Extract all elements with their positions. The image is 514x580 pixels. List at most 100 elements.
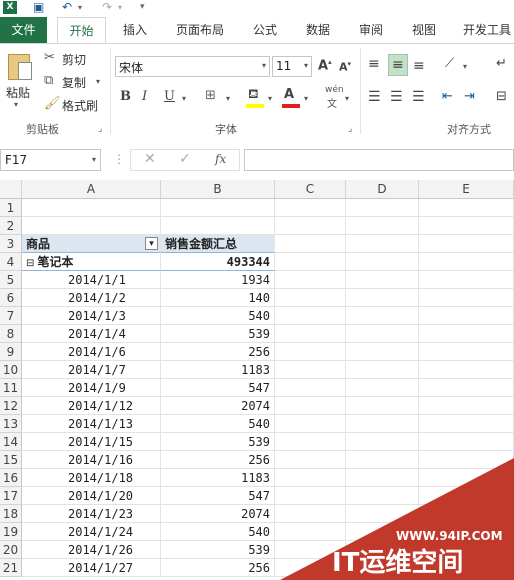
row-header[interactable]: 20 xyxy=(0,541,22,559)
pivot-item-amount[interactable]: 540 xyxy=(161,523,275,541)
cell[interactable] xyxy=(346,199,419,217)
bold-button[interactable]: B xyxy=(120,89,131,104)
pivot-item-date[interactable]: 2014/1/4 xyxy=(22,325,161,343)
cell[interactable] xyxy=(275,397,346,415)
border-dropdown-icon[interactable]: ▾ xyxy=(226,94,230,103)
increase-indent-icon[interactable]: ⇥ xyxy=(464,89,475,104)
row-header[interactable]: 16 xyxy=(0,469,22,487)
cell[interactable] xyxy=(346,325,419,343)
underline-dropdown-icon[interactable]: ▾ xyxy=(182,94,186,103)
cell[interactable] xyxy=(275,343,346,361)
pivot-item-amount[interactable]: 140 xyxy=(161,289,275,307)
redo-icon[interactable]: ↷ xyxy=(102,0,112,15)
row-header[interactable]: 6 xyxy=(0,289,22,307)
pivot-item-amount[interactable]: 539 xyxy=(161,325,275,343)
copy-dropdown-icon[interactable]: ▾ xyxy=(96,77,100,86)
row-header[interactable]: 1 xyxy=(0,199,22,217)
row-header[interactable]: 12 xyxy=(0,397,22,415)
select-all-corner[interactable] xyxy=(0,180,22,199)
fill-color-icon[interactable]: ⛾ xyxy=(248,87,259,104)
pivot-group-row[interactable]: ⊟ 笔记本 xyxy=(22,253,161,271)
cell[interactable] xyxy=(346,217,419,235)
cut-button[interactable]: 剪切 xyxy=(62,51,86,68)
row-header[interactable]: 19 xyxy=(0,523,22,541)
pivot-item-date[interactable]: 2014/1/26 xyxy=(22,541,161,559)
cell[interactable] xyxy=(346,235,419,253)
redo-dropdown-icon[interactable]: ▾ xyxy=(118,0,122,15)
cell[interactable] xyxy=(275,235,346,253)
cell[interactable] xyxy=(419,307,514,325)
cell[interactable] xyxy=(346,289,419,307)
pivot-item-date[interactable]: 2014/1/20 xyxy=(22,487,161,505)
underline-button[interactable]: U xyxy=(164,89,175,104)
tab-formulas[interactable]: 公式 xyxy=(244,17,286,43)
cell[interactable] xyxy=(275,307,346,325)
customize-toolbar-icon[interactable]: ▾ xyxy=(140,0,145,15)
cell[interactable] xyxy=(275,271,346,289)
row-header[interactable]: 11 xyxy=(0,379,22,397)
cancel-icon[interactable]: ✕ xyxy=(144,151,156,167)
font-color-icon[interactable]: A xyxy=(284,87,294,102)
increase-font-icon[interactable]: A▴ xyxy=(318,58,332,73)
decrease-indent-icon[interactable]: ⇤ xyxy=(442,89,453,104)
pivot-item-amount[interactable]: 1183 xyxy=(161,361,275,379)
cell[interactable] xyxy=(22,199,161,217)
cell[interactable] xyxy=(346,307,419,325)
undo-dropdown-icon[interactable]: ▾ xyxy=(78,0,82,15)
paste-label[interactable]: 粘贴 xyxy=(6,84,30,101)
pivot-item-date[interactable]: 2014/1/18 xyxy=(22,469,161,487)
pivot-item-date[interactable]: 2014/1/27 xyxy=(22,559,161,577)
pivot-header-sales-total[interactable]: 销售金额汇总 xyxy=(161,235,275,253)
pivot-item-date[interactable]: 2014/1/23 xyxy=(22,505,161,523)
save-icon[interactable]: ▣ xyxy=(33,0,44,15)
font-color-dropdown-icon[interactable]: ▾ xyxy=(304,94,308,103)
cell[interactable] xyxy=(161,199,275,217)
paste-button[interactable] xyxy=(6,52,34,82)
pivot-item-date[interactable]: 2014/1/2 xyxy=(22,289,161,307)
cell[interactable] xyxy=(275,415,346,433)
pivot-header-product[interactable]: 商品 ▾ xyxy=(22,235,161,253)
paste-dropdown-icon[interactable]: ▾ xyxy=(14,100,18,109)
row-header[interactable]: 14 xyxy=(0,433,22,451)
cell[interactable] xyxy=(275,433,346,451)
pivot-item-date[interactable]: 2014/1/12 xyxy=(22,397,161,415)
pivot-item-amount[interactable]: 540 xyxy=(161,415,275,433)
collapse-toggle-icon[interactable]: ⊟ xyxy=(26,258,34,269)
tab-developer[interactable]: 开发工具 xyxy=(456,17,514,43)
tab-insert[interactable]: 插入 xyxy=(114,17,156,43)
cell[interactable] xyxy=(275,325,346,343)
orientation-dropdown-icon[interactable]: ▾ xyxy=(463,62,467,71)
align-left-icon[interactable]: ☰ xyxy=(368,89,381,105)
tab-page-layout[interactable]: 页面布局 xyxy=(166,17,234,43)
align-middle-button[interactable]: ≡ xyxy=(388,54,408,76)
pivot-item-date[interactable]: 2014/1/9 xyxy=(22,379,161,397)
font-size-select[interactable]: 11 ▾ xyxy=(272,56,312,77)
pivot-item-amount[interactable]: 539 xyxy=(161,433,275,451)
cell[interactable] xyxy=(346,379,419,397)
cell[interactable] xyxy=(419,415,514,433)
copy-icon[interactable]: ⧉ xyxy=(44,73,53,88)
tab-data[interactable]: 数据 xyxy=(297,17,339,43)
pivot-item-date[interactable]: 2014/1/6 xyxy=(22,343,161,361)
decrease-font-icon[interactable]: A▾ xyxy=(339,60,351,74)
border-icon[interactable]: ⊞ xyxy=(205,88,216,103)
cell[interactable] xyxy=(346,343,419,361)
name-box[interactable]: F17 ▾ xyxy=(0,149,101,171)
cell[interactable] xyxy=(346,415,419,433)
pivot-item-amount[interactable]: 1934 xyxy=(161,271,275,289)
cell[interactable] xyxy=(161,217,275,235)
row-header[interactable]: 7 xyxy=(0,307,22,325)
row-header[interactable]: 3 xyxy=(0,235,22,253)
column-header-c[interactable]: C xyxy=(275,180,346,199)
filter-dropdown-icon[interactable]: ▾ xyxy=(145,237,158,250)
fill-color-dropdown-icon[interactable]: ▾ xyxy=(268,94,272,103)
cell[interactable] xyxy=(419,343,514,361)
pivot-item-amount[interactable]: 540 xyxy=(161,307,275,325)
cell[interactable] xyxy=(419,235,514,253)
align-right-icon[interactable]: ☰ xyxy=(412,89,425,105)
pivot-item-amount[interactable]: 1183 xyxy=(161,469,275,487)
cell[interactable] xyxy=(275,217,346,235)
column-header-a[interactable]: A xyxy=(22,180,161,199)
align-bottom-icon[interactable]: ≡ xyxy=(413,58,425,74)
cell[interactable] xyxy=(419,199,514,217)
